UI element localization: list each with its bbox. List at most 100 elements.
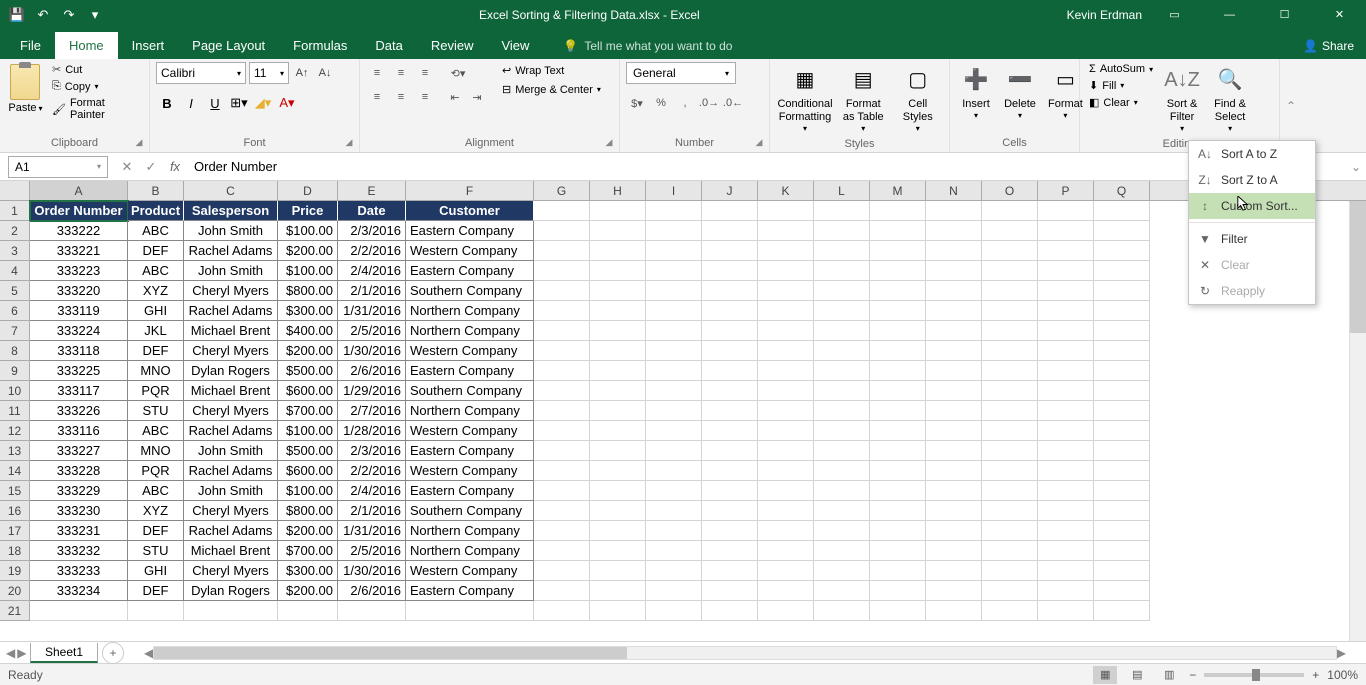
cell-G12[interactable]	[534, 421, 590, 441]
cell-F9[interactable]: Eastern Company	[406, 361, 534, 381]
cell-G7[interactable]	[534, 321, 590, 341]
cell-Q13[interactable]	[1094, 441, 1150, 461]
cell-N1[interactable]	[926, 201, 982, 221]
cell-N7[interactable]	[926, 321, 982, 341]
cell-J12[interactable]	[702, 421, 758, 441]
cell-Q11[interactable]	[1094, 401, 1150, 421]
cut-button[interactable]: ✂Cut	[49, 62, 143, 77]
row-header-1[interactable]: 1	[0, 201, 30, 221]
cell-A7[interactable]: 333224	[30, 321, 128, 341]
column-header-F[interactable]: F	[406, 181, 534, 200]
cell-Q20[interactable]	[1094, 581, 1150, 601]
cell-B3[interactable]: DEF	[128, 241, 184, 261]
cell-G17[interactable]	[534, 521, 590, 541]
cell-D7[interactable]: $400.00	[278, 321, 338, 341]
cell-E18[interactable]: 2/5/2016	[338, 541, 406, 561]
cell-E15[interactable]: 2/4/2016	[338, 481, 406, 501]
cell-O16[interactable]	[982, 501, 1038, 521]
cell-I13[interactable]	[646, 441, 702, 461]
cell-M5[interactable]	[870, 281, 926, 301]
cell-K16[interactable]	[758, 501, 814, 521]
cell-K3[interactable]	[758, 241, 814, 261]
cell-B1[interactable]: Product	[128, 201, 184, 221]
cell-O12[interactable]	[982, 421, 1038, 441]
cell-H3[interactable]	[590, 241, 646, 261]
sheet-nav-prev[interactable]: ◀	[6, 646, 15, 660]
cell-F19[interactable]: Western Company	[406, 561, 534, 581]
cell-A9[interactable]: 333225	[30, 361, 128, 381]
cell-Q19[interactable]	[1094, 561, 1150, 581]
cell-B8[interactable]: DEF	[128, 341, 184, 361]
underline-button[interactable]: U	[204, 92, 226, 114]
cell-D6[interactable]: $300.00	[278, 301, 338, 321]
cell-G19[interactable]	[534, 561, 590, 581]
cell-O15[interactable]	[982, 481, 1038, 501]
number-format-select[interactable]: General▾	[626, 62, 736, 84]
cell-Q1[interactable]	[1094, 201, 1150, 221]
cell-K14[interactable]	[758, 461, 814, 481]
cell-Q7[interactable]	[1094, 321, 1150, 341]
align-left-button[interactable]: ≡	[366, 86, 388, 108]
cell-Q12[interactable]	[1094, 421, 1150, 441]
cell-H14[interactable]	[590, 461, 646, 481]
cell-C9[interactable]: Dylan Rogers	[184, 361, 278, 381]
tab-page-layout[interactable]: Page Layout	[178, 32, 279, 59]
percent-button[interactable]: %	[650, 92, 672, 114]
cell-P5[interactable]	[1038, 281, 1094, 301]
cell-K9[interactable]	[758, 361, 814, 381]
cell-E12[interactable]: 1/28/2016	[338, 421, 406, 441]
cell-M6[interactable]	[870, 301, 926, 321]
cell-N16[interactable]	[926, 501, 982, 521]
cell-B4[interactable]: ABC	[128, 261, 184, 281]
cell-I10[interactable]	[646, 381, 702, 401]
cell-N18[interactable]	[926, 541, 982, 561]
cell-M8[interactable]	[870, 341, 926, 361]
format-as-table-button[interactable]: ▤Format as Table▾	[838, 62, 889, 136]
cell-J14[interactable]	[702, 461, 758, 481]
cell-P14[interactable]	[1038, 461, 1094, 481]
column-header-C[interactable]: C	[184, 181, 278, 200]
cell-A2[interactable]: 333222	[30, 221, 128, 241]
cell-P2[interactable]	[1038, 221, 1094, 241]
tab-insert[interactable]: Insert	[118, 32, 179, 59]
cell-A10[interactable]: 333117	[30, 381, 128, 401]
cell-P20[interactable]	[1038, 581, 1094, 601]
cell-D12[interactable]: $100.00	[278, 421, 338, 441]
cell-H12[interactable]	[590, 421, 646, 441]
cell-A11[interactable]: 333226	[30, 401, 128, 421]
cell-L18[interactable]	[814, 541, 870, 561]
cell-K1[interactable]	[758, 201, 814, 221]
cell-J19[interactable]	[702, 561, 758, 581]
cell-D19[interactable]: $300.00	[278, 561, 338, 581]
cell-H13[interactable]	[590, 441, 646, 461]
cell-M15[interactable]	[870, 481, 926, 501]
cell-N4[interactable]	[926, 261, 982, 281]
cell-J2[interactable]	[702, 221, 758, 241]
cell-P21[interactable]	[1038, 601, 1094, 621]
cell-D21[interactable]	[278, 601, 338, 621]
cell-A17[interactable]: 333231	[30, 521, 128, 541]
cell-A3[interactable]: 333221	[30, 241, 128, 261]
cell-F14[interactable]: Western Company	[406, 461, 534, 481]
font-color-button[interactable]: A▾	[276, 92, 298, 114]
font-launcher[interactable]: ◢	[342, 135, 356, 149]
cell-M9[interactable]	[870, 361, 926, 381]
cell-F18[interactable]: Northern Company	[406, 541, 534, 561]
row-header-15[interactable]: 15	[0, 481, 30, 501]
cell-N9[interactable]	[926, 361, 982, 381]
cell-N3[interactable]	[926, 241, 982, 261]
column-header-E[interactable]: E	[338, 181, 406, 200]
cell-E4[interactable]: 2/4/2016	[338, 261, 406, 281]
cell-F10[interactable]: Southern Company	[406, 381, 534, 401]
tab-data[interactable]: Data	[361, 32, 416, 59]
cell-O14[interactable]	[982, 461, 1038, 481]
cell-F17[interactable]: Northern Company	[406, 521, 534, 541]
cell-O7[interactable]	[982, 321, 1038, 341]
cell-G5[interactable]	[534, 281, 590, 301]
cell-M3[interactable]	[870, 241, 926, 261]
cell-H21[interactable]	[590, 601, 646, 621]
cell-H19[interactable]	[590, 561, 646, 581]
cell-H16[interactable]	[590, 501, 646, 521]
cell-B2[interactable]: ABC	[128, 221, 184, 241]
cell-F13[interactable]: Eastern Company	[406, 441, 534, 461]
